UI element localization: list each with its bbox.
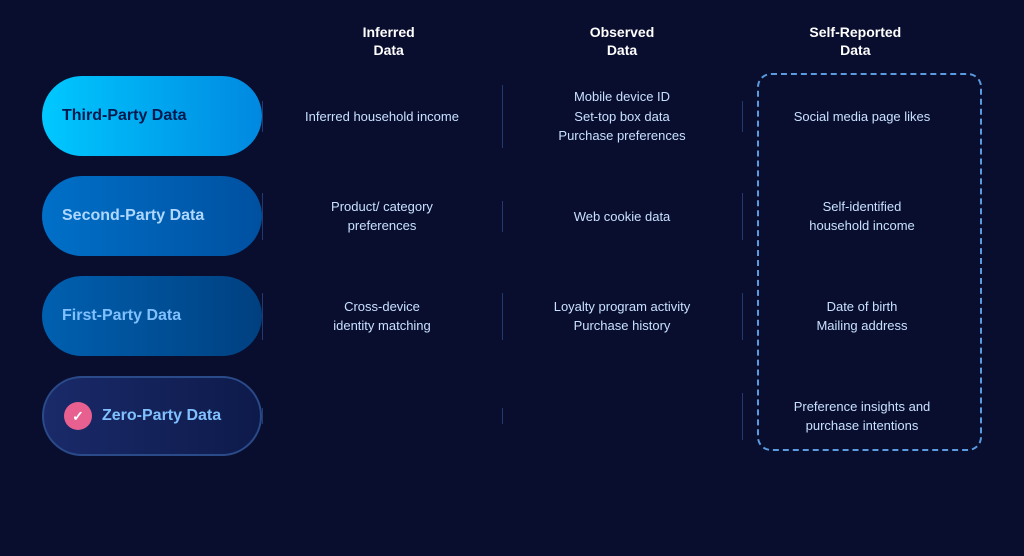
cell-zero-observed [502, 406, 742, 426]
cell-zero-selfreported: Preference insights andpurchase intentio… [742, 387, 982, 446]
cell-first-observed: Loyalty program activityPurchase history [502, 287, 742, 346]
label-second-party: Second-Party Data [42, 176, 262, 256]
header-empty [52, 23, 272, 59]
cell-zero-inferred [262, 406, 502, 426]
cell-first-inferred: Cross-deviceidentity matching [262, 287, 502, 346]
row-second-party: Second-Party Data Product/ categoryprefe… [42, 171, 982, 261]
grid-container: InferredData ObservedData Self-ReportedD… [42, 23, 982, 461]
label-third-party: Third-Party Data [42, 76, 262, 156]
header-inferred: InferredData [272, 23, 505, 59]
check-icon [64, 402, 92, 430]
cell-first-selfreported: Date of birthMailing address [742, 287, 982, 346]
cell-second-inferred: Product/ categorypreferences [262, 187, 502, 246]
cell-third-observed: Mobile device IDSet-top box dataPurchase… [502, 77, 742, 156]
label-first-party: First-Party Data [42, 276, 262, 356]
cell-third-selfreported: Social media page likes [742, 97, 982, 137]
header-observed: ObservedData [505, 23, 738, 59]
header-self-reported: Self-ReportedData [739, 23, 972, 59]
label-zero-party: Zero-Party Data [42, 376, 262, 456]
header-row: InferredData ObservedData Self-ReportedD… [42, 23, 982, 59]
cell-third-inferred: Inferred household income [262, 97, 502, 137]
main-container: InferredData ObservedData Self-ReportedD… [22, 13, 1002, 543]
row-zero-party: Zero-Party Data Preference insights andp… [42, 371, 982, 461]
row-third-party: Third-Party Data Inferred household inco… [42, 71, 982, 161]
cell-second-observed: Web cookie data [502, 197, 742, 237]
row-first-party: First-Party Data Cross-deviceidentity ma… [42, 271, 982, 361]
cell-second-selfreported: Self-identifiedhousehold income [742, 187, 982, 246]
